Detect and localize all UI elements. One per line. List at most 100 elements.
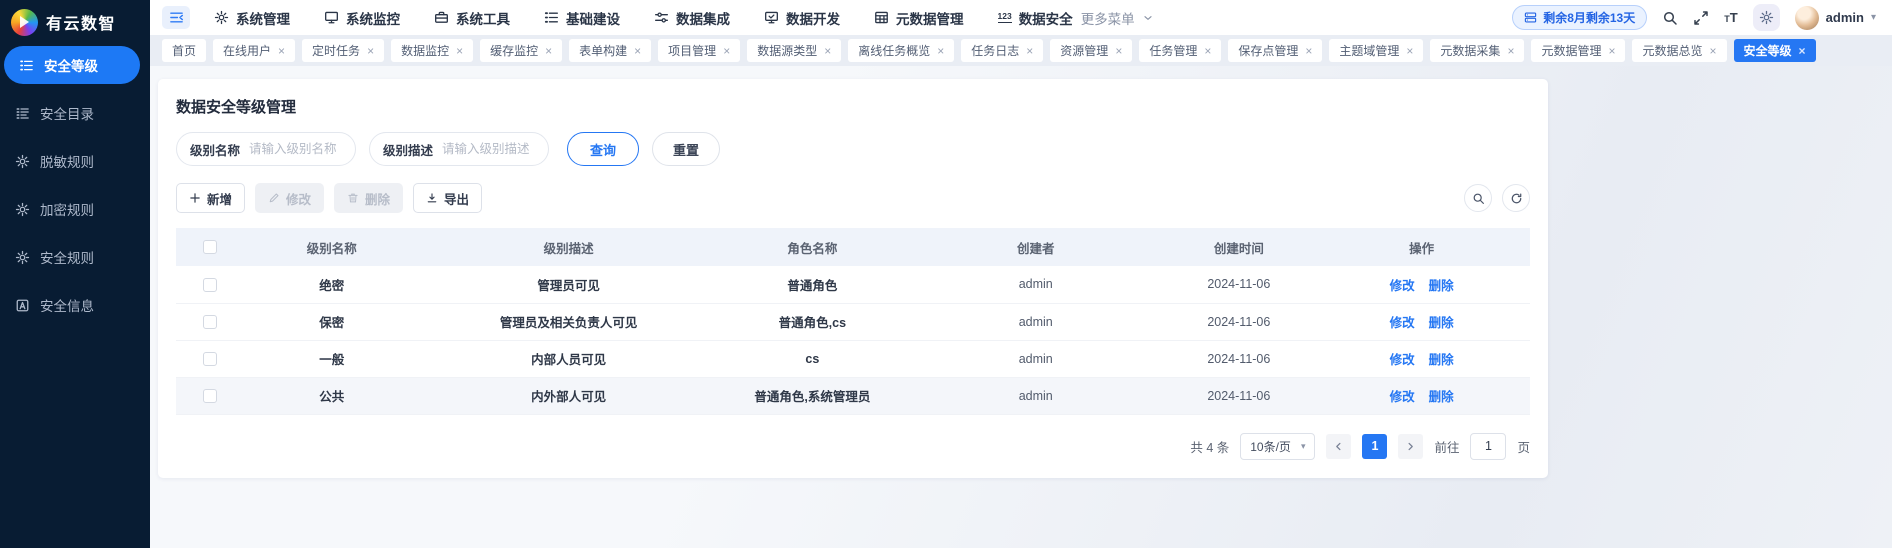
close-icon[interactable]: × [456,45,463,57]
close-icon[interactable]: × [1115,45,1122,57]
sidebar-item-安全目录[interactable]: 安全目录 [0,94,140,132]
close-icon[interactable]: × [1406,45,1413,57]
row-checkbox[interactable] [202,314,217,329]
tab-元数据采集[interactable]: 元数据采集 × [1430,39,1525,62]
row-action-修改[interactable]: 修改 [1390,390,1415,404]
close-icon[interactable]: × [367,45,374,57]
page-size-select[interactable]: 10条/页 ▾ [1240,432,1316,460]
tab-表单构建[interactable]: 表单构建 × [569,39,652,62]
sidebar-item-安全信息[interactable]: 安全信息 [0,286,140,324]
topnav-item-数据开发[interactable]: 数据开发 [764,8,840,28]
row-action-删除[interactable]: 删除 [1429,279,1454,293]
reset-button[interactable]: 重置 [652,132,721,166]
add-button[interactable]: 新增 [176,183,246,213]
sidebar-item-安全规则[interactable]: 安全规则 [0,238,140,276]
tab-首页[interactable]: 首页 [162,39,207,62]
gear-icon [15,202,30,217]
topnav-item-系统管理[interactable]: 系统管理 [214,8,290,28]
close-icon[interactable]: × [1026,45,1033,57]
tab-数据源类型[interactable]: 数据源类型 × [747,39,842,62]
tab-在线用户[interactable]: 在线用户 × [213,39,296,62]
fullscreen-icon[interactable] [1693,10,1709,26]
row-checkbox[interactable] [202,388,217,403]
tab-数据监控[interactable]: 数据监控 × [391,39,474,62]
level-name-input[interactable] [249,142,342,156]
table-row[interactable]: 公共 内外部人可见 普通角色,系统管理员 admin 2024-11-06 修改 删除 [176,377,1530,415]
select-all-checkbox[interactable] [202,240,217,255]
user-menu[interactable]: admin ▾ [1794,5,1876,30]
topnav-item-数据安全[interactable]: 123 数据安全 [997,8,1073,28]
close-icon[interactable]: × [545,45,552,57]
tab-元数据管理[interactable]: 元数据管理 × [1531,39,1626,62]
close-icon[interactable]: × [1305,45,1312,57]
tab-元数据总览[interactable]: 元数据总览 × [1632,39,1727,62]
search-button[interactable]: 查询 [567,132,640,166]
row-select-cell [176,377,244,415]
current-page-button[interactable]: 1 [1362,433,1388,459]
sidebar-item-脱敏规则[interactable]: 脱敏规则 [0,142,140,180]
close-icon[interactable]: × [1710,45,1717,57]
edit-button[interactable]: 修改 [255,183,325,213]
sidebar-item-安全等级[interactable]: 安全等级 [4,46,140,84]
tab-资源管理[interactable]: 资源管理 × [1050,39,1133,62]
export-button[interactable]: 导出 [413,183,483,213]
topnav-item-label: 数据安全 [1018,11,1073,27]
goto-page-input[interactable] [1470,432,1507,460]
close-icon[interactable]: × [1204,45,1211,57]
tab-任务管理[interactable]: 任务管理 × [1139,39,1222,62]
row-checkbox[interactable] [202,351,217,366]
close-icon[interactable]: × [723,45,730,57]
download-icon [427,193,437,203]
settings-gear-icon[interactable] [1752,4,1780,31]
close-icon[interactable]: × [634,45,641,57]
row-action-删除[interactable]: 删除 [1429,316,1454,330]
tab-定时任务[interactable]: 定时任务 × [302,39,385,62]
delete-button[interactable]: 删除 [334,183,404,213]
tab-安全等级[interactable]: 安全等级 × [1733,39,1816,62]
row-action-修改[interactable]: 修改 [1390,316,1415,330]
row-action-删除[interactable]: 删除 [1429,390,1454,404]
user-caret-icon: ▾ [1870,12,1876,23]
refresh-icon[interactable] [1502,184,1530,212]
tab-缓存监控[interactable]: 缓存监控 × [480,39,563,62]
close-icon[interactable]: × [1608,45,1615,57]
license-badge[interactable]: 剩余8月剩余13天 [1512,5,1648,30]
toggle-search-icon[interactable] [1464,184,1492,212]
tab-任务日志[interactable]: 任务日志 × [961,39,1044,62]
tab-项目管理[interactable]: 项目管理 × [658,39,741,62]
tab-label: 保存点管理 [1238,44,1299,58]
table-row[interactable]: 保密 管理员及相关负责人可见 普通角色,cs admin 2024-11-06 修改 删除 [176,303,1530,341]
topnav-item-系统工具[interactable]: 系统工具 [434,8,510,28]
tab-主题域管理[interactable]: 主题域管理 × [1329,39,1424,62]
close-icon[interactable]: × [824,45,831,57]
row-action-删除[interactable]: 删除 [1429,353,1454,367]
level-name-field[interactable]: 级别名称 [176,132,356,166]
table-row[interactable]: 绝密 管理员可见 普通角色 admin 2024-11-06 修改 删除 [176,266,1530,304]
search-icon[interactable] [1662,10,1678,26]
next-page-button[interactable] [1398,433,1424,459]
prev-page-button[interactable] [1326,433,1352,459]
level-desc-field[interactable]: 级别描述 [369,132,549,166]
cell-actions: 修改 删除 [1313,266,1530,304]
tab-离线任务概览[interactable]: 离线任务概览 × [848,39,955,62]
row-action-修改[interactable]: 修改 [1390,353,1415,367]
cell-role-names: cs [717,340,908,378]
close-icon[interactable]: × [937,45,944,57]
topnav-item-数据集成[interactable]: 数据集成 [654,8,730,28]
cell-creator: admin [907,303,1165,341]
table-row[interactable]: 一般 内部人员可见 cs admin 2024-11-06 修改 删除 [176,340,1530,378]
row-action-修改[interactable]: 修改 [1390,279,1415,293]
close-icon[interactable]: × [1799,45,1806,57]
row-checkbox[interactable] [202,277,217,292]
tab-保存点管理[interactable]: 保存点管理 × [1228,39,1323,62]
close-icon[interactable]: × [1507,45,1514,57]
topnav-item-元数据管理[interactable]: 元数据管理 [874,8,964,28]
topnav-item-系统监控[interactable]: 系统监控 [324,8,400,28]
font-size-icon[interactable]: TT [1724,10,1737,25]
level-desc-input[interactable] [442,142,535,156]
close-icon[interactable]: × [278,45,285,57]
more-menu[interactable]: 更多菜单 [1081,8,1154,28]
topnav-item-基础建设[interactable]: 基础建设 [544,8,620,28]
collapse-sidebar-icon[interactable] [162,6,190,29]
sidebar-item-加密规则[interactable]: 加密规则 [0,190,140,228]
